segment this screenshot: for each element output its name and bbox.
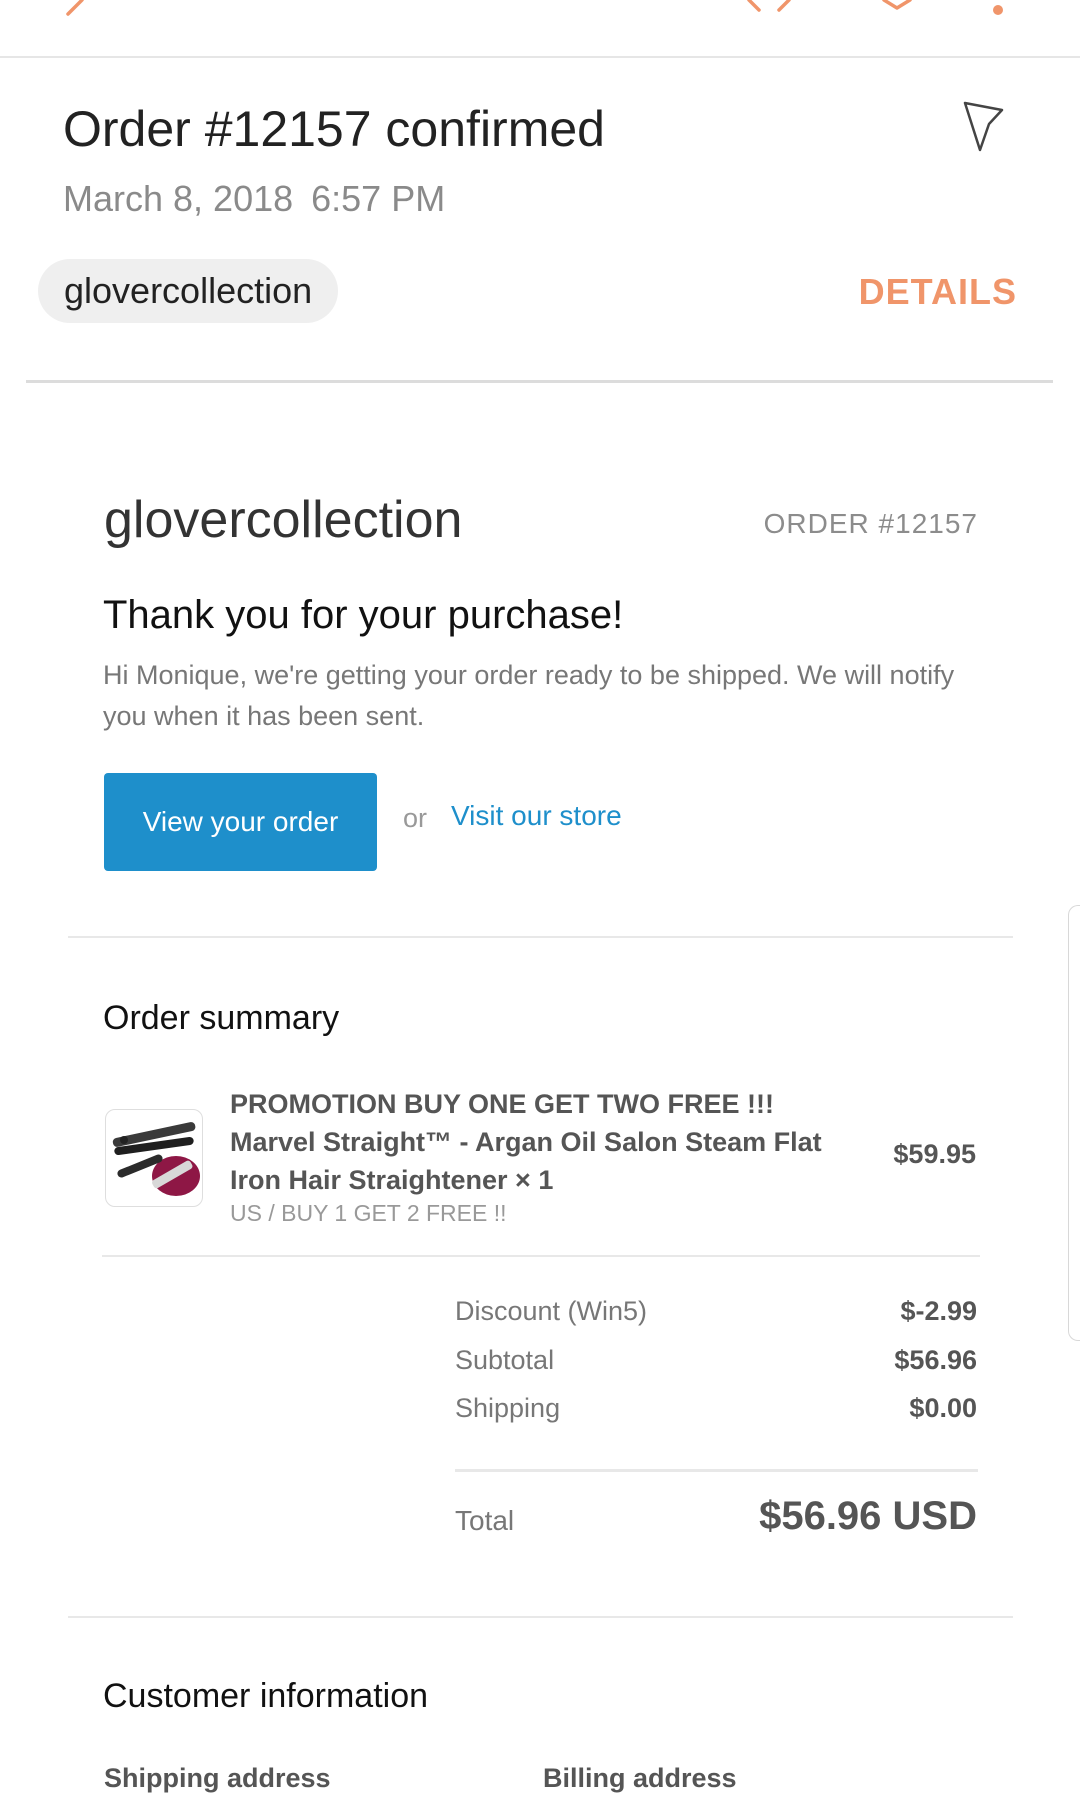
item-divider	[102, 1255, 980, 1257]
or-text: or	[403, 803, 428, 833]
total-divider	[455, 1469, 978, 1472]
header-divider	[26, 380, 1053, 383]
discount-label: Discount (Win5)	[455, 1296, 648, 1326]
product-title: PROMOTION BUY ONE GET TWO FREE !!! Marve…	[230, 1089, 822, 1195]
sender-chip[interactable]: glovercollection	[38, 259, 339, 323]
order-message: Hi Monique, we're getting your order rea…	[103, 660, 955, 731]
subtotal-label: Subtotal	[455, 1345, 555, 1375]
customer-information-title: Customer information	[103, 1677, 429, 1715]
section-divider	[68, 936, 1013, 938]
subtotal-value: $56.96	[894, 1345, 977, 1375]
total-label: Total	[455, 1505, 515, 1536]
product-price: $59.95	[893, 1139, 976, 1169]
chevron-left-icon[interactable]	[58, 0, 88, 22]
total-value: $56.96 USD	[759, 1494, 977, 1538]
email-timestamp: March 8, 2018 6:57 PM	[63, 178, 445, 220]
order-summary-title: Order summary	[103, 999, 340, 1037]
chevron-down-icon[interactable]	[880, 0, 914, 12]
section-divider	[68, 1616, 1013, 1618]
discount-value: $-2.99	[900, 1296, 977, 1326]
view-order-button[interactable]: View your order	[104, 773, 377, 871]
more-vert-icon[interactable]	[990, 0, 1006, 20]
store-name: glovercollection	[104, 491, 463, 549]
shipping-address-heading: Shipping address	[104, 1763, 331, 1793]
details-button[interactable]: DETAILS	[859, 271, 1017, 313]
thank-you-heading: Thank you for your purchase!	[103, 593, 624, 637]
order-number: ORDER #12157	[763, 508, 978, 539]
flat-iron-image	[112, 1122, 200, 1196]
email-subject: Order #12157 confirmed	[63, 101, 605, 157]
visit-store-link[interactable]: Visit our store	[451, 800, 622, 832]
flag-icon[interactable]	[962, 100, 1006, 152]
close-icon[interactable]	[745, 0, 793, 14]
shipping-value: $0.00	[909, 1393, 977, 1423]
product-thumbnail[interactable]	[105, 1109, 203, 1207]
product-variant: US / BUY 1 GET 2 FREE !!	[230, 1200, 507, 1226]
email-date: March 8, 2018	[63, 178, 294, 219]
top-toolbar	[0, 0, 1080, 58]
billing-address-heading: Billing address	[543, 1763, 737, 1793]
shipping-label: Shipping	[455, 1393, 561, 1423]
email-time: 6:57 PM	[311, 178, 446, 219]
edge-panel-handle[interactable]	[1068, 905, 1080, 1341]
